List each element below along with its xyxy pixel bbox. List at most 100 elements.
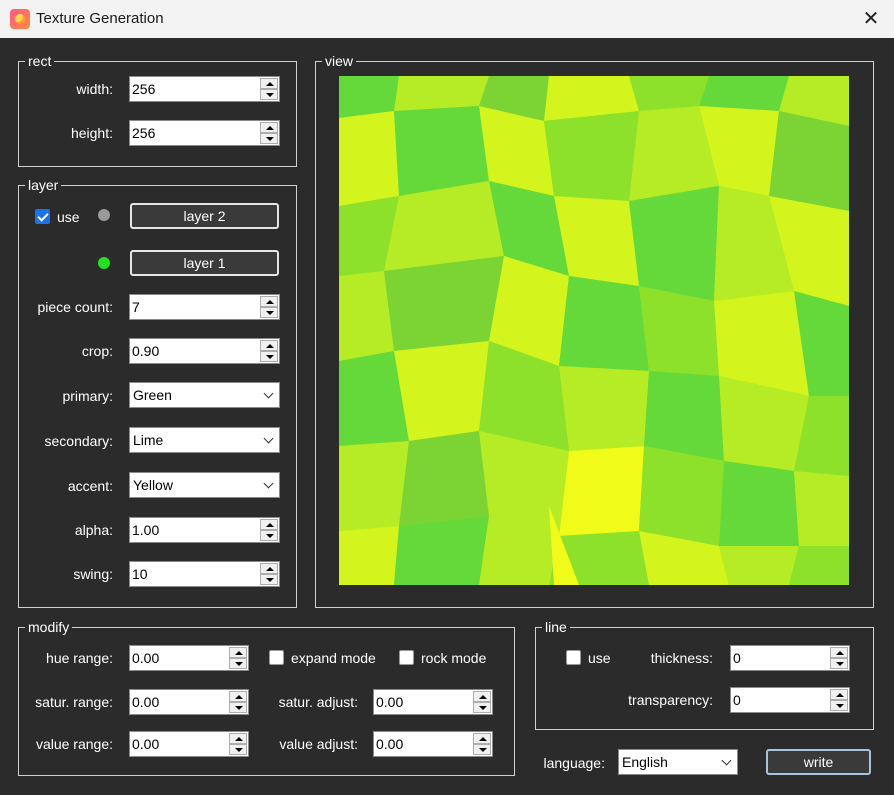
width-up-arrow[interactable] (260, 78, 278, 89)
value-range-up-arrow[interactable] (229, 733, 247, 744)
width-input[interactable] (130, 77, 260, 101)
crop-input[interactable] (130, 339, 260, 363)
primary-label: primary: (62, 388, 113, 404)
rock-mode-checkbox[interactable] (399, 650, 414, 665)
transparency-up-arrow[interactable] (830, 689, 848, 700)
accent-label: accent: (67, 478, 113, 494)
transparency-input[interactable] (731, 688, 829, 712)
satur-range-down-arrow[interactable] (229, 702, 247, 713)
chevron-down-icon (263, 433, 274, 444)
satur-adjust-down-arrow[interactable] (473, 702, 491, 713)
satur-adjust-spinbox[interactable] (373, 689, 493, 715)
layer1-button[interactable]: layer 1 (130, 250, 279, 276)
piece-count-down-arrow[interactable] (260, 307, 278, 318)
expand-mode-checkbox[interactable] (269, 650, 284, 665)
window-title: Texture Generation (36, 10, 164, 27)
piece-count-label: piece count: (37, 299, 114, 315)
height-spinbox[interactable] (129, 120, 280, 146)
piece-count-spinbox[interactable] (129, 294, 280, 320)
satur-adjust-input[interactable] (374, 690, 472, 714)
swing-up-arrow[interactable] (260, 563, 278, 574)
swing-down-arrow[interactable] (260, 574, 278, 585)
rock-mode-label: rock mode (421, 650, 487, 666)
value-range-down-arrow[interactable] (229, 744, 247, 755)
write-button[interactable]: write (766, 749, 871, 775)
close-icon: ✕ (862, 8, 880, 30)
layer1-indicator-dot (98, 257, 110, 269)
satur-adjust-label: satur. adjust: (278, 694, 358, 710)
transparency-label: transparency: (628, 692, 713, 708)
hue-range-spinbox[interactable] (129, 645, 249, 671)
satur-range-input[interactable] (130, 690, 228, 714)
language-value: English (622, 754, 668, 770)
height-label: height: (70, 125, 113, 141)
height-input[interactable] (130, 121, 260, 145)
swing-label: swing: (73, 566, 113, 582)
accent-dropdown[interactable]: Yellow (129, 472, 280, 498)
chevron-down-icon (263, 388, 274, 399)
height-down-arrow[interactable] (260, 133, 278, 144)
satur-range-spinbox[interactable] (129, 689, 249, 715)
layer-use-checkbox[interactable] (35, 209, 50, 224)
secondary-dropdown[interactable]: Lime (129, 427, 280, 453)
satur-adjust-up-arrow[interactable] (473, 691, 491, 702)
crop-down-arrow[interactable] (260, 351, 278, 362)
secondary-label: secondary: (44, 433, 113, 449)
value-adjust-label: value adjust: (279, 736, 358, 752)
hue-range-label: hue range: (46, 650, 113, 666)
alpha-up-arrow[interactable] (260, 519, 278, 530)
app-icon (10, 9, 30, 29)
title-bar: Texture Generation ✕ (0, 0, 894, 38)
crop-up-arrow[interactable] (260, 340, 278, 351)
alpha-input[interactable] (130, 518, 260, 542)
hue-range-up-arrow[interactable] (229, 647, 247, 658)
satur-range-up-arrow[interactable] (229, 691, 247, 702)
line-use-label: use (588, 650, 611, 666)
transparency-down-arrow[interactable] (830, 700, 848, 711)
thickness-input[interactable] (731, 646, 829, 670)
value-adjust-up-arrow[interactable] (473, 733, 491, 744)
language-dropdown[interactable]: English (618, 749, 738, 775)
width-spinbox[interactable] (129, 76, 280, 102)
close-button[interactable]: ✕ (848, 0, 894, 38)
crop-label: crop: (81, 343, 113, 359)
alpha-label: alpha: (74, 522, 113, 538)
swing-spinbox[interactable] (129, 561, 280, 587)
swing-input[interactable] (130, 562, 260, 586)
hue-range-input[interactable] (130, 646, 228, 670)
layer2-button[interactable]: layer 2 (130, 203, 279, 229)
value-adjust-spinbox[interactable] (373, 731, 493, 757)
piece-count-up-arrow[interactable] (260, 296, 278, 307)
value-range-label: value range: (35, 736, 113, 752)
piece-count-input[interactable] (130, 295, 260, 319)
primary-dropdown[interactable]: Green (129, 382, 280, 408)
texture-preview-image (339, 76, 849, 585)
thickness-label: thickness: (650, 650, 713, 666)
height-up-arrow[interactable] (260, 122, 278, 133)
value-adjust-down-arrow[interactable] (473, 744, 491, 755)
language-label: language: (543, 755, 605, 771)
value-range-input[interactable] (130, 732, 228, 756)
satur-range-label: satur. range: (35, 694, 113, 710)
accent-value: Yellow (133, 477, 173, 493)
value-adjust-input[interactable] (374, 732, 472, 756)
chevron-down-icon (721, 755, 732, 766)
alpha-down-arrow[interactable] (260, 530, 278, 541)
thickness-up-arrow[interactable] (830, 647, 848, 658)
width-down-arrow[interactable] (260, 89, 278, 100)
chevron-down-icon (263, 478, 274, 489)
transparency-spinbox[interactable] (730, 687, 850, 713)
secondary-value: Lime (133, 432, 164, 448)
line-use-checkbox[interactable] (566, 650, 581, 665)
hue-range-down-arrow[interactable] (229, 658, 247, 669)
expand-mode-label: expand mode (291, 650, 376, 666)
value-range-spinbox[interactable] (129, 731, 249, 757)
crop-spinbox[interactable] (129, 338, 280, 364)
modify-group-title: modify (25, 619, 73, 635)
thickness-down-arrow[interactable] (830, 658, 848, 669)
layer2-indicator-dot (98, 209, 110, 221)
rect-group-title: rect (25, 53, 55, 69)
thickness-spinbox[interactable] (730, 645, 850, 671)
alpha-spinbox[interactable] (129, 517, 280, 543)
line-group: line (535, 619, 874, 730)
